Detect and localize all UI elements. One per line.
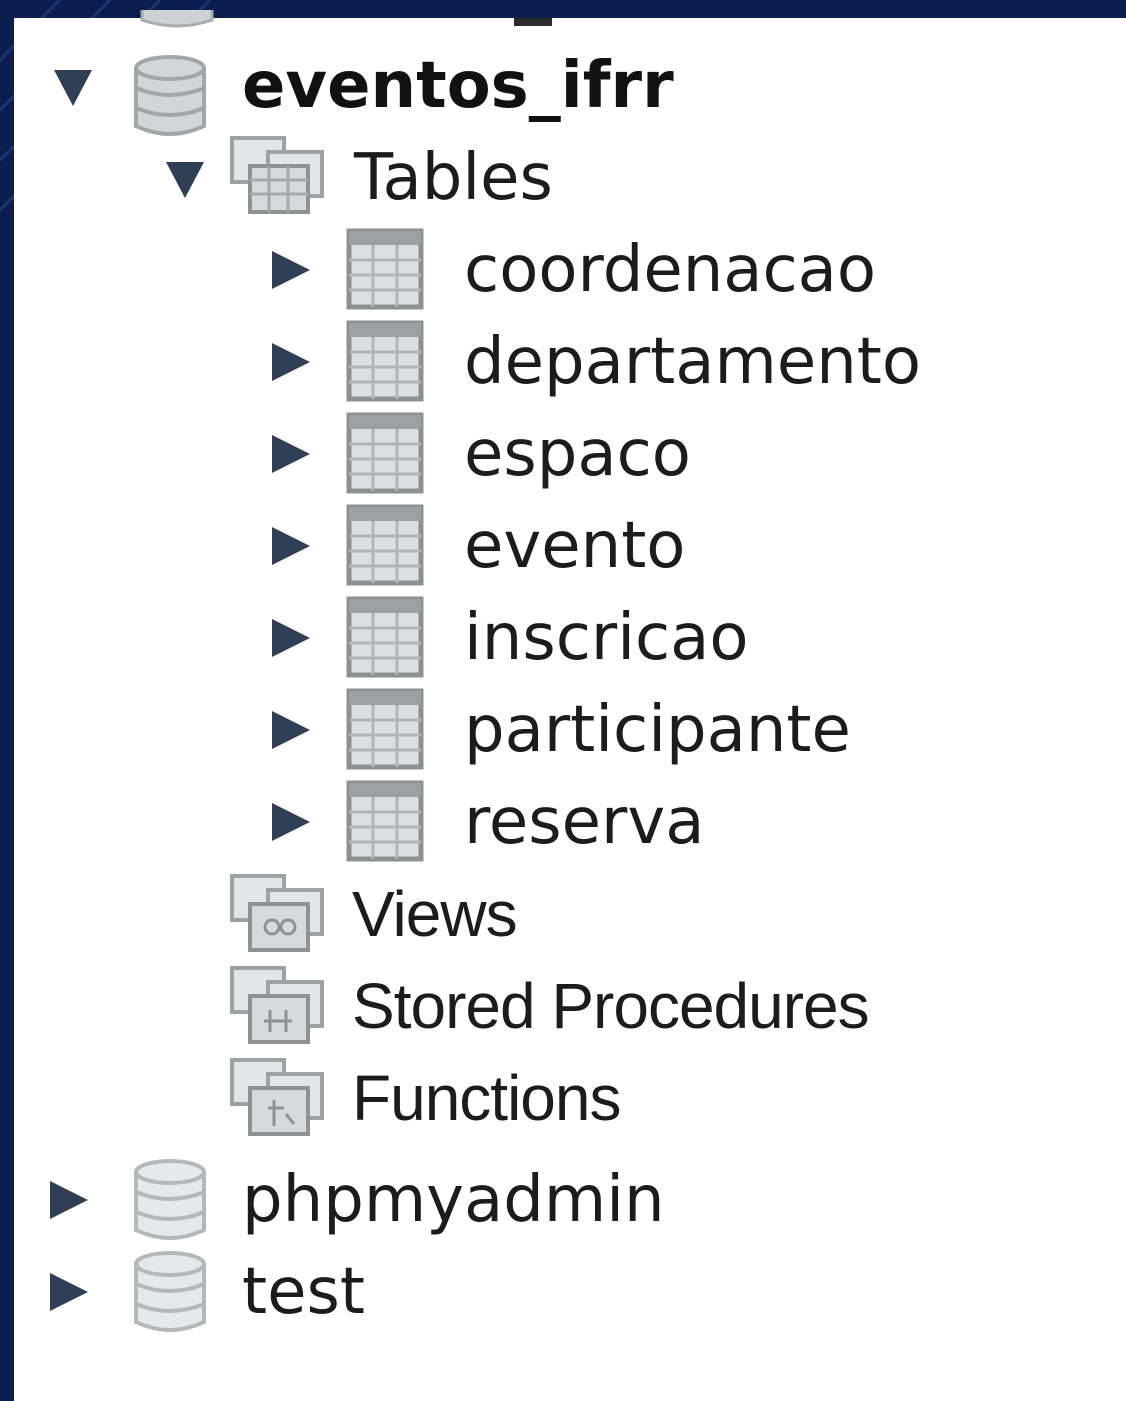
tree-item-label: eventos_ifrr (242, 49, 674, 123)
table-icon (346, 412, 424, 494)
cut-off-text-fragment (514, 18, 552, 26)
procedures-folder-icon (230, 966, 324, 1044)
table-icon (346, 320, 424, 402)
collapse-arrow-icon[interactable] (166, 162, 204, 198)
tree-item-label: participante (464, 693, 851, 767)
expand-arrow-icon[interactable] (272, 711, 310, 749)
table-icon (346, 504, 424, 586)
tree-item-views-folder[interactable]: Views (14, 868, 1126, 960)
table-icon (346, 596, 424, 678)
expand-arrow-icon[interactable] (50, 1273, 88, 1311)
tree-item-table-evento[interactable]: evento (14, 500, 1126, 592)
tree-item-functions-folder[interactable]: Functions (14, 1052, 1126, 1144)
functions-folder-icon (230, 1058, 324, 1136)
tree-item-label: Views (352, 878, 518, 950)
tree-item-label: espaco (464, 417, 691, 491)
views-folder-icon (230, 874, 324, 952)
tree-item-label: phpmyadmin (242, 1163, 665, 1237)
tree-item-label: test (242, 1255, 365, 1329)
tree-item-database-eventos-ifrr[interactable]: eventos_ifrr (14, 40, 1126, 136)
table-icon (346, 228, 424, 310)
database-icon (134, 1251, 206, 1332)
tree-item-label: Tables (354, 141, 553, 215)
tree-item-tables-folder[interactable]: Tables (14, 132, 1126, 224)
table-icon (346, 688, 424, 770)
tree-item-label: departamento (464, 325, 921, 399)
tree-item-table-inscricao[interactable]: inscricao (14, 592, 1126, 684)
tree-item-table-reserva[interactable]: reserva (14, 776, 1126, 868)
collapse-arrow-icon[interactable] (54, 70, 92, 106)
cut-off-database-icon (140, 10, 214, 28)
tree-item-table-participante[interactable]: participante (14, 684, 1126, 776)
database-icon (134, 55, 206, 136)
expand-arrow-icon[interactable] (272, 343, 310, 381)
tables-folder-icon (230, 136, 324, 214)
tree-item-database-phpmyadmin[interactable]: phpmyadmin (14, 1154, 1126, 1246)
expand-arrow-icon[interactable] (272, 803, 310, 841)
database-icon (134, 1159, 206, 1240)
tree-item-label: Functions (352, 1062, 621, 1134)
expand-arrow-icon[interactable] (50, 1181, 88, 1219)
table-icon (346, 780, 424, 862)
tree-item-label: coordenacao (464, 233, 877, 307)
expand-arrow-icon[interactable] (272, 435, 310, 473)
tree-item-database-test[interactable]: test (14, 1246, 1126, 1338)
tree-item-label: evento (464, 509, 686, 583)
tree-item-table-espaco[interactable]: espaco (14, 408, 1126, 500)
tree-item-label: Stored Procedures (352, 970, 870, 1042)
tree-item-stored-procedures-folder[interactable]: Stored Procedures (14, 960, 1126, 1052)
expand-arrow-icon[interactable] (272, 251, 310, 289)
tree-item-label: reserva (464, 785, 705, 859)
tree-item-label: inscricao (464, 601, 749, 675)
expand-arrow-icon[interactable] (272, 527, 310, 565)
tree-item-table-coordenacao[interactable]: coordenacao (14, 224, 1126, 316)
navigator-schema-tree: eventos_ifrr Tables coordenacao departam… (14, 10, 1126, 1401)
tree-item-table-departamento[interactable]: departamento (14, 316, 1126, 408)
expand-arrow-icon[interactable] (272, 619, 310, 657)
